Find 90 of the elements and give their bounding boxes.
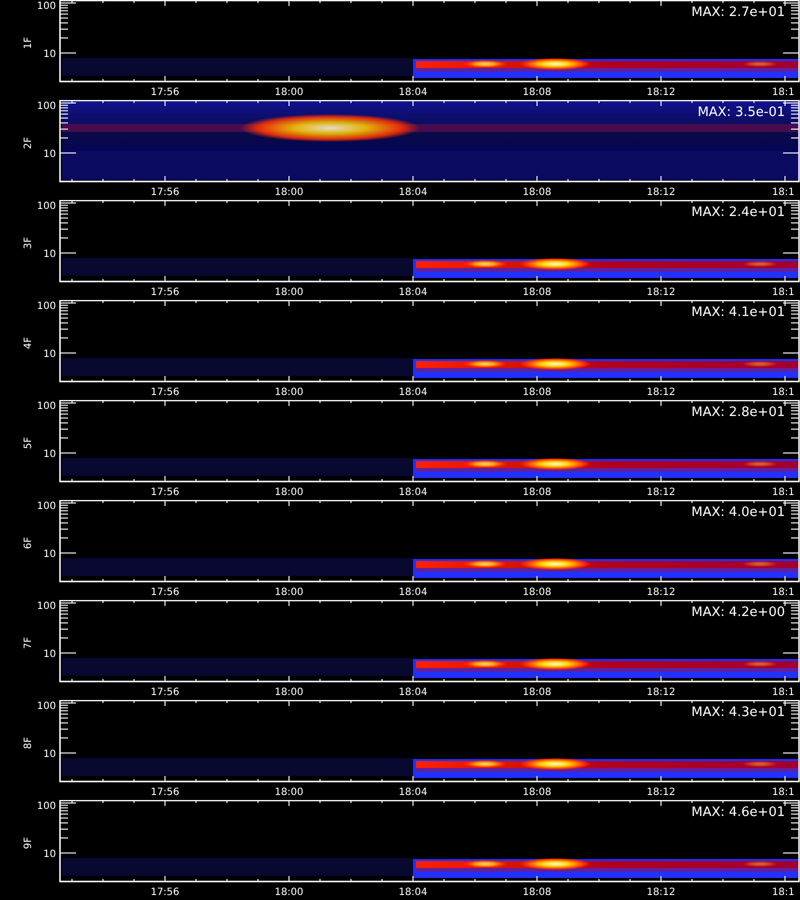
max-value-label: MAX: 4.3e+01	[691, 705, 785, 720]
time-tick-label: 18:12	[646, 387, 676, 398]
max-value-label: MAX: 3.5e-01	[698, 105, 785, 120]
time-tick-label: 18:12	[646, 187, 676, 198]
time-tick-label: 18:12	[646, 87, 676, 98]
y-tick-label: 10	[43, 49, 56, 60]
time-tick-label: 18:04	[398, 187, 428, 198]
y-tick-label: 100	[36, 601, 56, 612]
time-tick-label: 18:1	[772, 587, 794, 598]
max-value-label: MAX: 4.6e+01	[691, 805, 785, 820]
time-tick-label: 18:08	[522, 387, 552, 398]
time-tick-label: 18:12	[646, 287, 676, 298]
time-tick-label: 17:56	[150, 87, 180, 98]
y-tick-label: 100	[36, 1, 56, 12]
max-value-label: MAX: 4.0e+01	[691, 505, 785, 520]
y-tick-label: 100	[36, 801, 56, 812]
time-tick-label: 18:1	[772, 287, 794, 298]
time-tick-label: 17:56	[150, 187, 180, 198]
time-tick-label: 18:1	[772, 487, 794, 498]
time-tick-label: 18:08	[522, 787, 552, 798]
y-tick-label: 100	[36, 301, 56, 312]
time-tick-label: 18:08	[522, 287, 552, 298]
max-value-label: MAX: 4.2e+00	[691, 605, 785, 620]
y-tick-label: 10	[43, 249, 56, 260]
y-tick-label: 100	[36, 401, 56, 412]
y-tick-label: 100	[36, 101, 56, 112]
time-tick-label: 18:04	[398, 887, 428, 898]
time-tick-label: 18:08	[522, 487, 552, 498]
time-tick-label: 18:04	[398, 87, 428, 98]
channel-label: 4F	[23, 336, 34, 350]
time-tick-label: 18:12	[646, 587, 676, 598]
channel-label: 5F	[23, 436, 34, 450]
time-tick-label: 17:56	[150, 887, 180, 898]
time-tick-label: 18:1	[772, 87, 794, 98]
y-tick-label: 100	[36, 501, 56, 512]
y-tick-label: 10	[43, 449, 56, 460]
time-tick-label: 18:00	[274, 787, 304, 798]
y-tick-label: 10	[43, 349, 56, 360]
time-tick-label: 18:04	[398, 287, 428, 298]
time-tick-label: 17:56	[150, 487, 180, 498]
max-value-label: MAX: 2.4e+01	[691, 205, 785, 220]
y-tick-label: 10	[43, 549, 56, 560]
time-tick-label: 18:12	[646, 687, 676, 698]
time-tick-label: 18:08	[522, 687, 552, 698]
max-value-label: MAX: 2.7e+01	[691, 5, 785, 20]
time-tick-label: 18:04	[398, 687, 428, 698]
channel-label: 6F	[23, 536, 34, 550]
time-tick-label: 18:12	[646, 487, 676, 498]
time-tick-label: 18:1	[772, 787, 794, 798]
time-tick-label: 17:56	[150, 787, 180, 798]
time-tick-label: 18:1	[772, 687, 794, 698]
max-value-label: MAX: 4.1e+01	[691, 305, 785, 320]
channel-label: 8F	[23, 736, 34, 750]
y-tick-label: 10	[43, 149, 56, 160]
channel-label: 3F	[23, 236, 34, 250]
time-tick-label: 18:04	[398, 787, 428, 798]
time-tick-label: 18:00	[274, 887, 304, 898]
channel-label: 9F	[23, 836, 34, 850]
y-tick-label: 10	[43, 649, 56, 660]
time-tick-label: 17:56	[150, 587, 180, 598]
y-tick-label: 100	[36, 201, 56, 212]
time-tick-label: 18:08	[522, 887, 552, 898]
time-tick-label: 18:1	[772, 887, 794, 898]
time-tick-label: 18:00	[274, 287, 304, 298]
time-tick-label: 18:04	[398, 387, 428, 398]
y-tick-label: 100	[36, 701, 56, 712]
time-tick-label: 18:12	[646, 887, 676, 898]
time-tick-label: 17:56	[150, 687, 180, 698]
channel-label: 1F	[23, 36, 34, 50]
time-tick-label: 18:00	[274, 687, 304, 698]
time-tick-label: 18:00	[274, 87, 304, 98]
channel-label: 7F	[23, 636, 34, 650]
time-tick-label: 18:08	[522, 87, 552, 98]
time-tick-label: 18:08	[522, 587, 552, 598]
time-tick-label: 18:04	[398, 487, 428, 498]
time-tick-label: 18:00	[274, 487, 304, 498]
time-tick-label: 18:08	[522, 187, 552, 198]
y-tick-label: 10	[43, 849, 56, 860]
channel-label: 2F	[23, 136, 34, 150]
time-tick-label: 18:1	[772, 187, 794, 198]
time-tick-label: 17:56	[150, 387, 180, 398]
y-tick-label: 10	[43, 749, 56, 760]
max-value-label: MAX: 2.8e+01	[691, 405, 785, 420]
time-tick-label: 18:00	[274, 187, 304, 198]
time-tick-label: 18:12	[646, 787, 676, 798]
time-tick-label: 17:56	[150, 287, 180, 298]
time-tick-label: 18:00	[274, 587, 304, 598]
time-tick-label: 18:04	[398, 587, 428, 598]
time-tick-label: 18:1	[772, 387, 794, 398]
time-tick-label: 18:00	[274, 387, 304, 398]
